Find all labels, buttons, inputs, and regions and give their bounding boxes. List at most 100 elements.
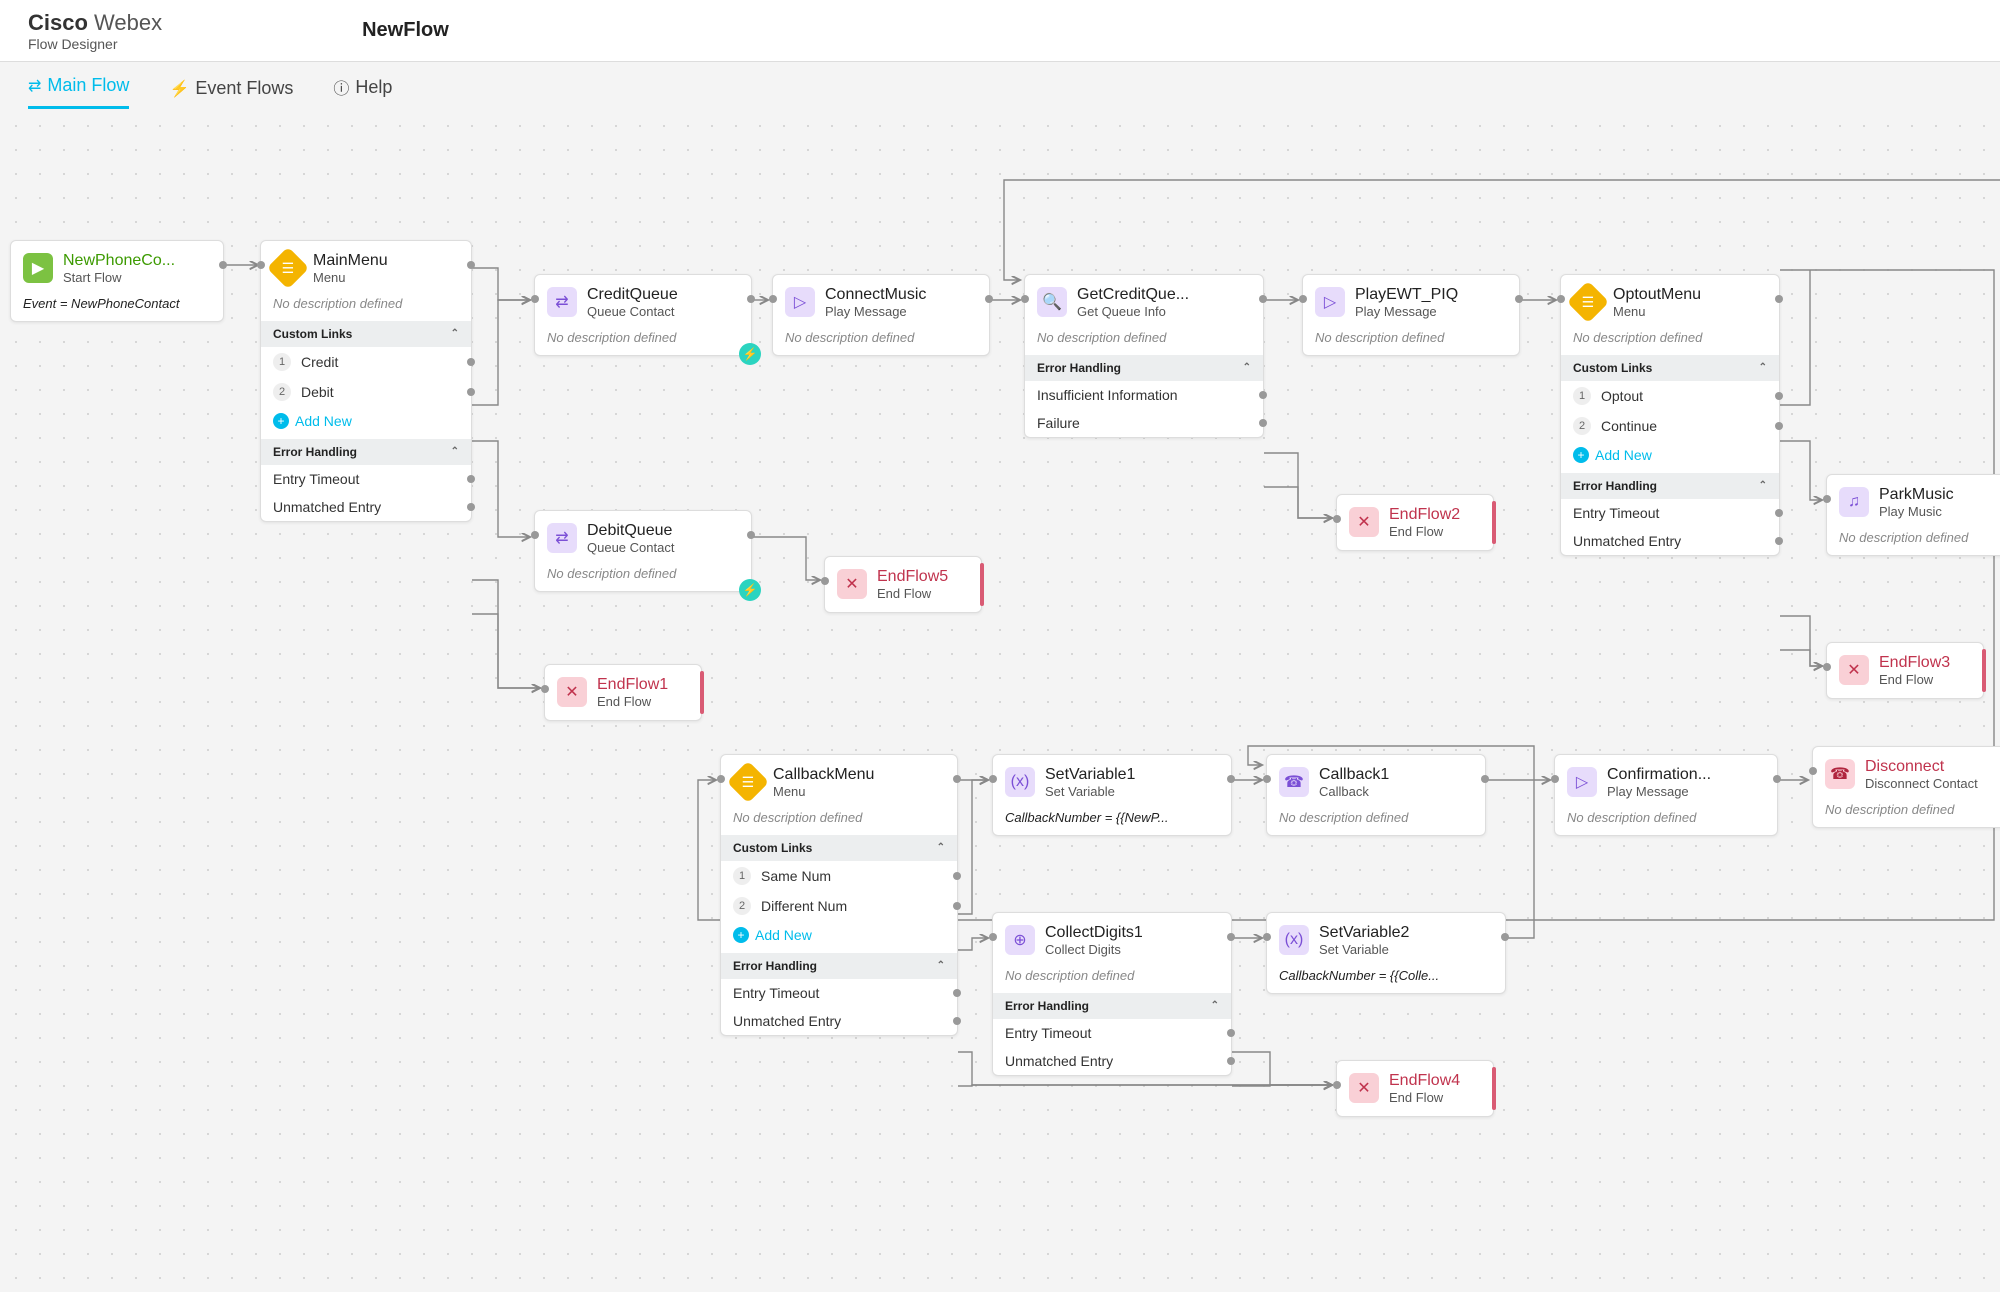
- node-main-menu[interactable]: ☰ MainMenu Menu No description defined C…: [260, 240, 472, 522]
- lightning-badge-icon: ⚡: [739, 343, 761, 365]
- link-different-num[interactable]: 2Different Num: [721, 891, 957, 921]
- tab-help-label: Help: [355, 77, 392, 98]
- menu-icon: ☰: [1567, 281, 1609, 323]
- node-play-ewt[interactable]: ▷ PlayEWT_PIQ Play Message No descriptio…: [1302, 274, 1520, 356]
- creditq-title: CreditQueue: [587, 285, 678, 304]
- app-name: Flow Designer: [28, 36, 162, 52]
- node-endflow3[interactable]: ✕ EndFlow3 End Flow: [1826, 642, 1984, 699]
- node-endflow4[interactable]: ✕ EndFlow4 End Flow: [1336, 1060, 1494, 1117]
- park-subtitle: Play Music: [1879, 504, 1954, 520]
- getcredit-subtitle: Get Queue Info: [1077, 304, 1189, 320]
- link-optout[interactable]: 1Optout: [1561, 381, 1779, 411]
- collect-icon: ⊕: [1005, 925, 1035, 955]
- canvas[interactable]: ▶ NewPhoneCo... Start Flow Event = NewPh…: [0, 110, 2000, 1292]
- node-park-music[interactable]: ♫ ParkMusic Play Music No description de…: [1826, 474, 2000, 556]
- node-disconnect[interactable]: ☎ Disconnect Disconnect Contact No descr…: [1812, 746, 2000, 828]
- flow-name: NewFlow: [362, 19, 449, 42]
- start-title: NewPhoneCo...: [63, 251, 175, 270]
- playewt-desc: No description defined: [1303, 330, 1519, 355]
- start-expression: Event = NewPhoneContact: [11, 296, 223, 321]
- row-failure[interactable]: Failure: [1025, 409, 1263, 437]
- node-set-variable1[interactable]: (x) SetVariable1 Set Variable CallbackNu…: [992, 754, 1232, 836]
- node-endflow5[interactable]: ✕ EndFlow5 End Flow: [824, 556, 982, 613]
- collect-subtitle: Collect Digits: [1045, 942, 1143, 958]
- chevron-up-icon: ⌃: [937, 842, 945, 853]
- row-entry-timeout[interactable]: Entry Timeout: [721, 979, 957, 1007]
- section-error-handling[interactable]: Error Handling⌃: [1561, 473, 1779, 499]
- row-unmatched[interactable]: Unmatched Entry: [261, 493, 471, 521]
- variable-icon: (x): [1005, 767, 1035, 797]
- play-icon: ▷: [785, 287, 815, 317]
- getcredit-title: GetCreditQue...: [1077, 285, 1189, 304]
- playewt-subtitle: Play Message: [1355, 304, 1458, 320]
- node-confirmation[interactable]: ▷ Confirmation... Play Message No descri…: [1554, 754, 1778, 836]
- shuffle-icon: ⇄: [547, 523, 577, 553]
- node-callback-menu[interactable]: ☰ CallbackMenu Menu No description defin…: [720, 754, 958, 1036]
- row-unmatched[interactable]: Unmatched Entry: [721, 1007, 957, 1035]
- link-debit[interactable]: 2Debit: [261, 377, 471, 407]
- node-debit-queue[interactable]: ⇄ DebitQueue Queue Contact No descriptio…: [534, 510, 752, 592]
- link-same-num[interactable]: 1Same Num: [721, 861, 957, 891]
- chevron-up-icon: ⌃: [1211, 1000, 1219, 1011]
- setvar1-expr: CallbackNumber = {{NewP...: [993, 810, 1231, 835]
- callback-icon: ☎: [1279, 767, 1309, 797]
- node-credit-queue[interactable]: ⇄ CreditQueue Queue Contact No descripti…: [534, 274, 752, 356]
- ef2-subtitle: End Flow: [1389, 524, 1460, 540]
- tab-help[interactable]: ⓘ Help: [333, 75, 392, 109]
- park-desc: No description defined: [1827, 530, 2000, 555]
- link-continue[interactable]: 2Continue: [1561, 411, 1779, 441]
- node-get-credit-queue[interactable]: 🔍 GetCreditQue... Get Queue Info No desc…: [1024, 274, 1264, 438]
- search-icon: 🔍: [1037, 287, 1067, 317]
- tab-event-flows[interactable]: ⚡ Event Flows: [169, 78, 293, 109]
- music-icon: ♫: [1839, 487, 1869, 517]
- tab-main-flow[interactable]: ⇄ Main Flow: [28, 75, 129, 109]
- close-icon: ✕: [1349, 507, 1379, 537]
- node-optout-menu[interactable]: ☰ OptoutMenu Menu No description defined…: [1560, 274, 1780, 556]
- connectmusic-desc: No description defined: [773, 330, 989, 355]
- menu-icon: ☰: [727, 761, 769, 803]
- node-endflow1[interactable]: ✕ EndFlow1 End Flow: [544, 664, 702, 721]
- menu-icon: ☰: [267, 247, 309, 289]
- row-unmatched[interactable]: Unmatched Entry: [993, 1047, 1231, 1075]
- row-insufficient-info[interactable]: Insufficient Information: [1025, 381, 1263, 409]
- node-set-variable2[interactable]: (x) SetVariable2 Set Variable CallbackNu…: [1266, 912, 1506, 994]
- row-entry-timeout[interactable]: Entry Timeout: [261, 465, 471, 493]
- row-unmatched[interactable]: Unmatched Entry: [1561, 527, 1779, 555]
- row-entry-timeout[interactable]: Entry Timeout: [1561, 499, 1779, 527]
- node-callback1[interactable]: ☎ Callback1 Callback No description defi…: [1266, 754, 1486, 836]
- node-endflow2[interactable]: ✕ EndFlow2 End Flow: [1336, 494, 1494, 551]
- node-collect-digits[interactable]: ⊕ CollectDigits1 Collect Digits No descr…: [992, 912, 1232, 1076]
- add-new-link[interactable]: +Add New: [721, 921, 957, 953]
- section-error-handling[interactable]: Error Handling⌃: [993, 993, 1231, 1019]
- callback-desc: No description defined: [1267, 810, 1485, 835]
- add-new-link[interactable]: +Add New: [261, 407, 471, 439]
- link-credit[interactable]: 1Credit: [261, 347, 471, 377]
- cbmenu-title: CallbackMenu: [773, 765, 874, 784]
- setvar1-subtitle: Set Variable: [1045, 784, 1135, 800]
- tab-events-label: Event Flows: [195, 78, 293, 99]
- row-entry-timeout[interactable]: Entry Timeout: [993, 1019, 1231, 1047]
- park-title: ParkMusic: [1879, 485, 1954, 504]
- playewt-title: PlayEWT_PIQ: [1355, 285, 1458, 304]
- chevron-up-icon: ⌃: [937, 960, 945, 971]
- section-error-handling[interactable]: Error Handling⌃: [1025, 355, 1263, 381]
- mainmenu-subtitle: Menu: [313, 270, 388, 286]
- brand-webex: Webex: [88, 10, 162, 35]
- section-error-handling[interactable]: Error Handling⌃: [261, 439, 471, 465]
- mainmenu-title: MainMenu: [313, 251, 388, 270]
- section-error-handling[interactable]: Error Handling⌃: [721, 953, 957, 979]
- section-custom-links[interactable]: Custom Links⌃: [721, 835, 957, 861]
- add-new-link[interactable]: +Add New: [1561, 441, 1779, 473]
- setvar2-expr: CallbackNumber = {{Colle...: [1267, 968, 1505, 993]
- optout-desc: No description defined: [1561, 330, 1779, 355]
- brand-cisco: Cisco: [28, 10, 88, 35]
- app-header: Cisco Webex Flow Designer NewFlow: [0, 0, 2000, 62]
- close-icon: ✕: [1349, 1073, 1379, 1103]
- node-start-flow[interactable]: ▶ NewPhoneCo... Start Flow Event = NewPh…: [10, 240, 224, 322]
- disconnect-desc: No description defined: [1813, 802, 2000, 827]
- ef1-subtitle: End Flow: [597, 694, 668, 710]
- play-icon: ▷: [1315, 287, 1345, 317]
- node-connect-music[interactable]: ▷ ConnectMusic Play Message No descripti…: [772, 274, 990, 356]
- section-custom-links[interactable]: Custom Links⌃: [1561, 355, 1779, 381]
- section-custom-links[interactable]: Custom Links⌃: [261, 321, 471, 347]
